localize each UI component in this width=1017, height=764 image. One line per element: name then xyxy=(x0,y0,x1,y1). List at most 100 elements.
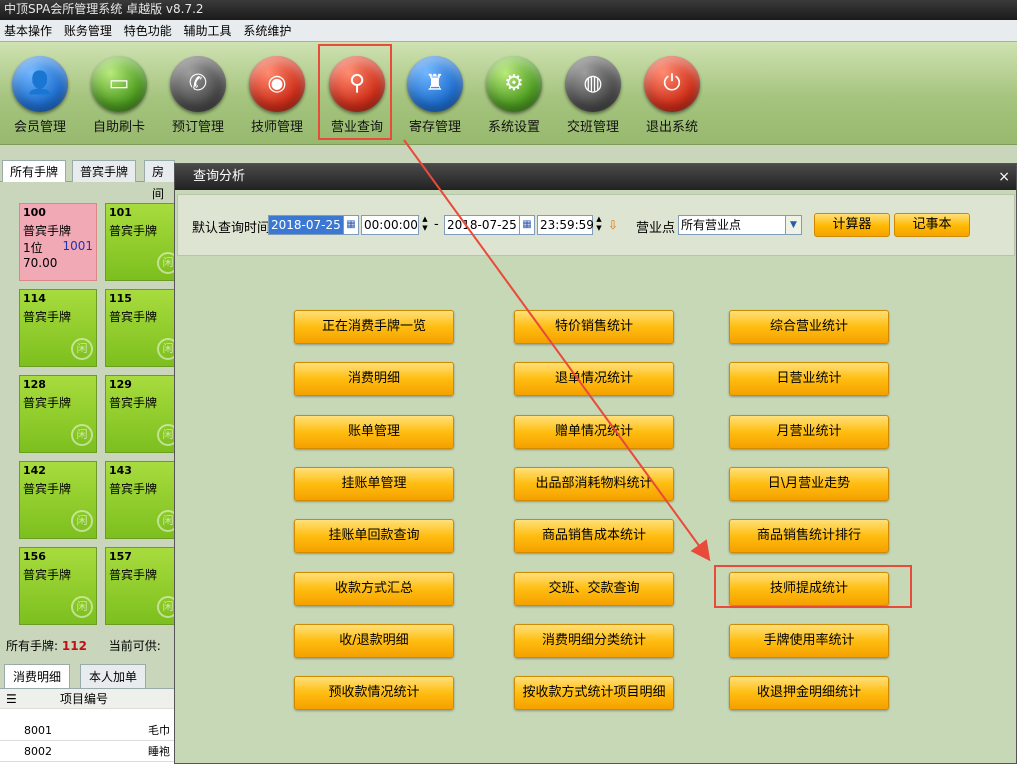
report-button[interactable]: 出品部消耗物料统计 xyxy=(514,466,674,501)
all-tags-count: 112 xyxy=(61,639,87,653)
card-number: 101 xyxy=(109,206,132,219)
card-number: 157 xyxy=(109,550,132,563)
arrow-down-icon[interactable]: ⇩ xyxy=(607,215,619,235)
card-guest-line: 1位 1001 xyxy=(23,239,93,256)
card-type: 普宾手牌 xyxy=(109,568,158,582)
calendar-icon[interactable]: ▦ xyxy=(519,215,535,235)
card-number: 156 xyxy=(23,550,46,563)
bottom-tabs: 消费明细 本人加单 xyxy=(0,664,175,688)
report-button[interactable]: 收款方式汇总 xyxy=(294,571,454,606)
toolbar-button-4[interactable]: ⚲ 营业查询 xyxy=(318,44,392,140)
report-button[interactable]: 挂账单管理 xyxy=(294,466,454,501)
card-number: 129 xyxy=(109,378,132,391)
report-button[interactable]: 日营业统计 xyxy=(729,362,889,397)
report-button[interactable]: 手牌使用率统计 xyxy=(729,623,889,658)
tag-card[interactable]: 143 普宾手牌闲 xyxy=(105,461,183,539)
end-date-input[interactable]: 2018-07-25 xyxy=(444,215,520,235)
report-button[interactable]: 消费明细分类统计 xyxy=(514,623,674,658)
toolbar-button-6[interactable]: ⚙ 系统设置 xyxy=(474,42,554,142)
leisure-watermark-icon: 闲 xyxy=(71,338,93,360)
report-button[interactable]: 退单情况统计 xyxy=(514,362,674,397)
card-type: 普宾手牌 xyxy=(109,482,158,496)
start-time-input[interactable]: 00:00:00 xyxy=(361,215,419,235)
dialog-title: 查询分析 xyxy=(193,169,246,184)
tab-add-order[interactable]: 本人加单 xyxy=(80,664,147,688)
count-bar: 所有手牌: 112 当前可供: xyxy=(0,633,175,659)
tag-card[interactable]: 128 普宾手牌闲 xyxy=(19,375,97,453)
tab-rooms[interactable]: 房间 xyxy=(144,160,175,201)
grid-menu-icon[interactable]: ☰ xyxy=(6,689,17,709)
close-icon[interactable]: × xyxy=(998,164,1010,190)
tag-card[interactable]: 157 普宾手牌闲 xyxy=(105,547,183,625)
row-code: 8002 xyxy=(24,745,52,758)
menu-maintenance[interactable]: 系统维护 xyxy=(243,24,291,38)
location-select[interactable]: 所有营业点 ▼ xyxy=(678,215,802,235)
tag-card[interactable]: 114 普宾手牌闲 xyxy=(19,289,97,367)
menu-bar: 基本操作 账务管理 特色功能 辅助工具 系统维护 xyxy=(0,20,1017,42)
tag-card[interactable]: 129 普宾手牌闲 xyxy=(105,375,183,453)
card-amount: 70.00 xyxy=(23,256,58,270)
location-value: 所有营业点 xyxy=(681,218,742,232)
grid-header: ☰ 项目编号 xyxy=(0,689,175,709)
tag-card[interactable]: 100 普宾手牌 1位 1001 70.00 xyxy=(19,203,97,281)
start-date-input[interactable]: 2018-07-25 xyxy=(268,215,344,235)
report-button[interactable]: 商品销售统计排行 xyxy=(729,519,889,554)
card-guests: 1位 xyxy=(23,241,43,255)
toolbar-button-1[interactable]: ▭ 自助刷卡 xyxy=(79,42,159,142)
tag-card[interactable]: 115 普宾手牌闲 xyxy=(105,289,183,367)
report-button[interactable]: 预收款情况统计 xyxy=(294,676,454,711)
report-button[interactable]: 收退押金明细统计 xyxy=(729,676,889,711)
report-button[interactable]: 收/退款明细 xyxy=(294,623,454,658)
report-button[interactable]: 特价销售统计 xyxy=(514,310,674,344)
toolbar-label: 预订管理 xyxy=(171,120,224,135)
report-button[interactable]: 按收款方式统计项目明细 xyxy=(514,676,674,711)
tag-card[interactable]: 142 普宾手牌闲 xyxy=(19,461,97,539)
notepad-button[interactable]: 记事本 xyxy=(894,213,970,237)
location-label: 营业点 xyxy=(636,221,676,236)
tag-card[interactable]: 156 普宾手牌闲 xyxy=(19,547,97,625)
toolbar-button-2[interactable]: ✆ 预订管理 xyxy=(158,42,238,142)
range-dash: - xyxy=(434,217,439,232)
end-time-spinner[interactable]: ▲ ▼ xyxy=(593,215,605,235)
report-button[interactable]: 商品销售成本统计 xyxy=(514,519,674,554)
table-row[interactable]: 8002 睡袍 xyxy=(0,742,175,762)
report-button[interactable]: 日\月营业走势 xyxy=(729,466,889,501)
toolbar-label: 系统设置 xyxy=(487,120,540,135)
tab-all-tags[interactable]: 所有手牌 xyxy=(2,160,67,182)
start-time-spinner[interactable]: ▲ ▼ xyxy=(419,215,431,235)
card-number: 128 xyxy=(23,378,46,391)
all-tags-label: 所有手牌: xyxy=(6,639,59,653)
shift-icon: ◍ xyxy=(565,56,621,112)
report-button[interactable]: 账单管理 xyxy=(294,414,454,449)
report-button[interactable]: 综合营业统计 xyxy=(729,310,889,344)
leisure-watermark-icon: 闲 xyxy=(71,510,93,532)
toolbar-button-5[interactable]: ♜ 寄存管理 xyxy=(395,42,475,142)
end-time-input[interactable]: 23:59:59 xyxy=(537,215,594,235)
card-number: 115 xyxy=(109,292,132,305)
calculator-button[interactable]: 计算器 xyxy=(814,213,890,237)
calendar-icon[interactable]: ▦ xyxy=(343,215,359,235)
report-button[interactable]: 赠单情况统计 xyxy=(514,414,674,449)
menu-features[interactable]: 特色功能 xyxy=(124,24,172,38)
report-button[interactable]: 月营业统计 xyxy=(729,414,889,449)
toolbar-button-7[interactable]: ◍ 交班管理 xyxy=(553,42,633,142)
available-label: 当前可供: xyxy=(108,639,161,653)
toolbar-button-8[interactable]: ⏻ 退出系统 xyxy=(632,42,712,142)
toolbar-button-0[interactable]: 👤 会员管理 xyxy=(0,42,80,142)
menu-tools[interactable]: 辅助工具 xyxy=(184,24,232,38)
menu-basic-ops[interactable]: 基本操作 xyxy=(4,24,52,38)
tab-regular-tags[interactable]: 普宾手牌 xyxy=(72,160,137,182)
menu-accounting[interactable]: 账务管理 xyxy=(64,24,112,38)
report-button[interactable]: 正在消费手牌一览 xyxy=(294,310,454,344)
tag-card[interactable]: 101 普宾手牌闲 xyxy=(105,203,183,281)
table-row[interactable]: 8001 毛巾 xyxy=(0,721,175,741)
tab-consumption-detail[interactable]: 消费明细 xyxy=(4,664,71,688)
toolbar-label: 会员管理 xyxy=(13,120,66,135)
search-icon: ⚲ xyxy=(329,56,385,112)
toolbar-button-3[interactable]: ◉ 技师管理 xyxy=(237,42,317,142)
report-button[interactable]: 挂账单回款查询 xyxy=(294,519,454,554)
chevron-down-icon[interactable]: ▼ xyxy=(785,216,801,234)
report-button[interactable]: 交班、交款查询 xyxy=(514,571,674,606)
report-button[interactable]: 消费明细 xyxy=(294,362,454,397)
grid-header-code: 项目编号 xyxy=(60,692,109,706)
